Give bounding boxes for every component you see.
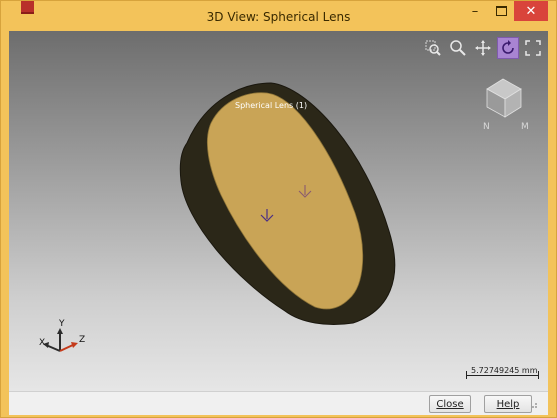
dialog-footer: Close Help	[9, 391, 548, 415]
title-bar[interactable]: 3D View: Spherical Lens – ✕	[9, 1, 548, 31]
scale-bar-tick-left	[466, 371, 467, 379]
close-icon: ✕	[525, 3, 537, 19]
lens-model[interactable]	[179, 82, 396, 325]
axis-y-label: Y	[58, 319, 65, 329]
close-window-button[interactable]: ✕	[514, 1, 548, 21]
axis-z-label: Z	[79, 335, 85, 345]
view-cube[interactable]: N M	[483, 78, 529, 132]
scale-bar	[466, 375, 538, 376]
scale-bar-tick-right	[538, 371, 539, 379]
maximize-icon	[495, 6, 507, 16]
scene: N M Y X Z	[39, 78, 529, 352]
close-button[interactable]: Close	[429, 395, 471, 413]
window: 3D View: Spherical Lens – ✕ N M Y X Z Sp…	[0, 0, 557, 418]
resize-grip-icon[interactable]	[528, 399, 538, 409]
3d-viewport[interactable]: N M Y X Z Spherical Lens (1) 5.72749245 …	[9, 31, 548, 391]
help-button-label: Help	[496, 399, 520, 410]
maximize-button[interactable]	[488, 1, 514, 21]
minimize-button[interactable]: –	[462, 1, 488, 21]
axis-triad: Y X Z	[39, 319, 85, 352]
help-button[interactable]: Help	[484, 395, 532, 413]
axis-x-label: X	[39, 338, 45, 348]
close-button-label: Close	[436, 399, 464, 410]
scale-bar-text: 5.72749245 mm	[471, 366, 538, 375]
minimize-icon: –	[471, 3, 479, 19]
view-cube-label-n: N	[483, 122, 490, 132]
object-label: Spherical Lens (1)	[235, 101, 308, 110]
view-cube-label-m: M	[521, 122, 529, 132]
